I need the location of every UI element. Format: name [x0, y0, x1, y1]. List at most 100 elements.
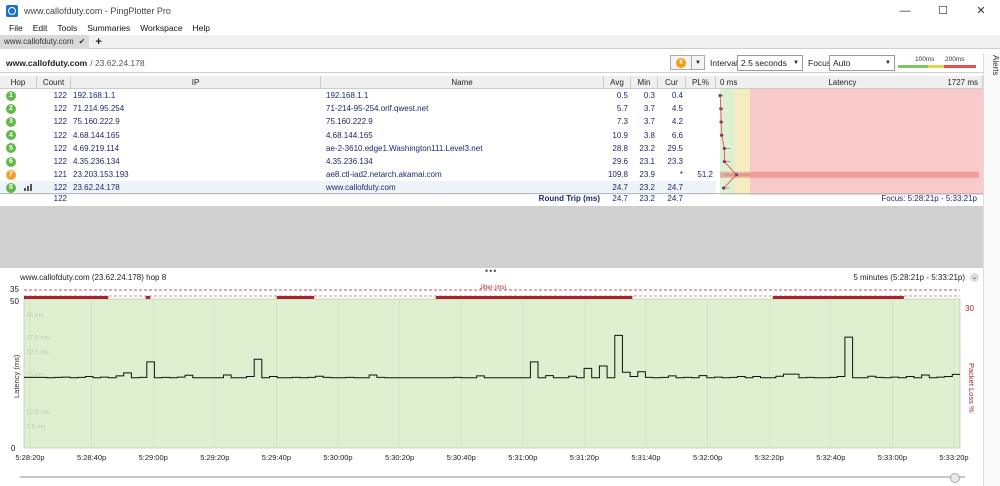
hop-row[interactable]: 1 122 192.168.1.1 192.168.1.1 0.5 0.3 0.4 [0, 89, 716, 102]
menu-summaries[interactable]: Summaries [82, 23, 135, 33]
hop-row[interactable]: 7 121 23.203.153.193 ae8.ctl-iad2.netarch.a… [0, 168, 716, 181]
range-dropdown-icon[interactable]: ⌄ [970, 273, 979, 282]
x-tick-label: 5:31:20p [570, 453, 599, 462]
target-ip: / 23.62.24.178 [90, 57, 145, 68]
focus-select[interactable]: Auto ▼ [829, 55, 895, 71]
hop-cell: 3 [6, 115, 16, 128]
col-pl[interactable]: PL% [686, 76, 716, 89]
hop-cell: 7 [6, 168, 16, 181]
summary-label: Round Trip (ms) [538, 194, 600, 203]
scroll-thumb[interactable] [950, 473, 960, 483]
hop-count: 122 [53, 157, 67, 166]
hop-packet-loss: 51.2 [697, 170, 713, 180]
interval-select[interactable]: 2.5 seconds ▼ [737, 55, 803, 71]
y-axis-max: 50 [10, 297, 19, 306]
x-tick-label: 5:28:20p [15, 453, 44, 462]
hop-count: 122 [53, 143, 67, 153]
y-axis-zero: 0 [11, 444, 16, 453]
checkmark-icon[interactable]: ✔ [79, 37, 86, 46]
hop-packet-loss [686, 142, 713, 155]
focus-value: Auto [833, 58, 851, 68]
hop-avg: 28.8 [612, 143, 628, 153]
hop-row[interactable]: 4 122 4.68.144.165 4.68.144.165 10.9 3.8 6.6 [0, 129, 716, 142]
menu-tools[interactable]: Tools [52, 23, 82, 33]
summary-count: 122 [53, 194, 67, 203]
latency-color-scale: 100ms 200ms [898, 56, 978, 70]
col-ip[interactable]: IP [71, 76, 321, 89]
timeline-graph: Jitter (ms) 35 50 0 30 Latency (ms) Pack… [10, 285, 976, 462]
hop-count: 122 [53, 104, 67, 114]
hop-cell: 4 [6, 129, 16, 142]
pause-icon: II [676, 57, 686, 68]
menu-edit[interactable]: Edit [28, 23, 53, 33]
menu-help[interactable]: Help [188, 23, 215, 33]
timeline-range: 5 minutes (5:28:21p - 5:33:21p) [853, 273, 965, 282]
hop-row[interactable]: 5 122 4.69.219.114 ae-2-3610.edge1.Washingt… [0, 142, 716, 155]
x-tick-label: 5:29:40p [262, 453, 291, 462]
x-tick-label: 5:32:00p [693, 453, 722, 462]
x-tick-label: 5:30:00p [323, 453, 352, 462]
timeline-graph-icon[interactable] [24, 184, 32, 192]
x-tick-label: 5:32:20p [755, 453, 784, 462]
pause-button[interactable]: II [670, 55, 692, 70]
hop-count: 122 [53, 91, 67, 100]
x-tick-label: 5:33:00p [878, 453, 907, 462]
summary-avg: 24.7 [612, 194, 628, 203]
hop-min: 23.2 [639, 143, 655, 153]
col-name[interactable]: Name [321, 76, 604, 89]
latency-zone-warn [734, 89, 750, 195]
jitter-segment [145, 296, 151, 299]
hop-ip: 4.35.236.134 [73, 157, 120, 166]
hop-number-badge: 7 [6, 169, 16, 180]
loss-axis-label: Packet Loss % [967, 363, 976, 413]
close-button[interactable]: ✕ [962, 0, 1000, 21]
focus-range: Focus: 5:28:21p - 5:33:21p [881, 194, 977, 203]
chevron-down-icon: ▼ [793, 60, 799, 66]
hop-ip: 23.203.153.193 [73, 170, 129, 180]
minimize-button[interactable]: — [886, 0, 924, 21]
hop-count: 121 [53, 170, 67, 180]
hop-name: 4.35.236.134 [326, 157, 373, 166]
hop-min: 23.9 [639, 170, 655, 180]
jitter-segment [276, 296, 315, 299]
col-count[interactable]: Count [37, 76, 71, 89]
summary-min: 23.2 [639, 194, 655, 203]
target-tab[interactable]: www.callofduty.com ✔ [0, 34, 90, 49]
alerts-tab[interactable]: Alerts [984, 53, 1000, 83]
summary-cur: 24.7 [667, 194, 683, 203]
maximize-button[interactable]: ☐ [924, 0, 962, 21]
hop-count: 122 [53, 117, 67, 127]
round-trip-summary: 122 Round Trip (ms) 24.7 23.2 24.7 Focus… [0, 193, 983, 205]
y-grid-label: 12.5 ms [26, 409, 50, 416]
y-grid-label: 32.5 ms [26, 349, 50, 356]
window-title: www.callofduty.com - PingPlotter Pro [24, 5, 171, 16]
col-min[interactable]: Min [631, 76, 658, 89]
pause-dropdown-button[interactable]: ▼ [692, 55, 705, 70]
hop-number-badge: 3 [6, 116, 16, 127]
target-name: www.callofduty.com [6, 57, 88, 68]
menu-file[interactable]: File [4, 23, 28, 33]
hop-cell: 2 [6, 102, 16, 115]
hop-number-badge: 5 [6, 143, 16, 154]
timeline-scrollbar[interactable] [20, 473, 965, 483]
col-latency[interactable]: 0 ms Latency 1727 ms [716, 76, 983, 89]
jitter-label: Jitter (ms) [480, 285, 507, 291]
add-tab-button[interactable]: + [95, 36, 101, 48]
hop-row[interactable]: 6 122 4.35.236.134 4.35.236.134 29.6 23.1 23.3 [0, 155, 716, 168]
menu-workspace[interactable]: Workspace [135, 23, 187, 33]
hop-cur: 0.4 [671, 91, 683, 100]
packet-loss-bar [720, 171, 979, 178]
col-avg[interactable]: Avg [604, 76, 631, 89]
chevron-down-icon: ▼ [695, 59, 701, 66]
x-tick-label: 5:30:40p [447, 453, 476, 462]
jitter-segment [24, 296, 109, 299]
col-hop[interactable]: Hop [0, 76, 37, 89]
col-cur[interactable]: Cur [658, 76, 686, 89]
hop-name: ae8.ctl-iad2.netarch.akamai.com [326, 170, 442, 180]
hop-row[interactable]: 3 122 75.160.222.9 75.160.222.9 7.3 3.7 4.2 [0, 115, 716, 128]
hop-min: 3.8 [643, 130, 655, 140]
scroll-track[interactable] [20, 476, 965, 478]
hop-row[interactable]: 2 122 71.214.95.254 71-214-95-254.orlf.qwes… [0, 102, 716, 115]
interval-value: 2.5 seconds [741, 58, 787, 68]
hop-name: 192.168.1.1 [326, 91, 369, 100]
